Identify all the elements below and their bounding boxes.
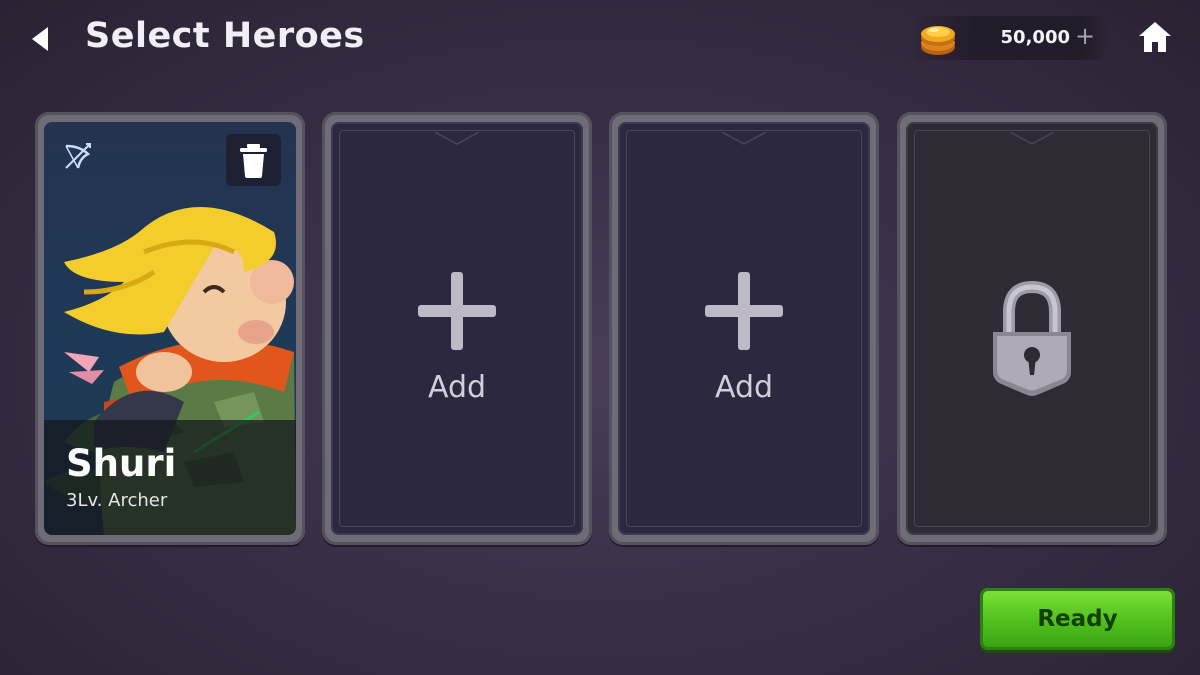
coin-amount: 50,000 bbox=[1000, 27, 1070, 48]
home-icon[interactable] bbox=[1137, 20, 1173, 54]
hero-level-class: 3Lv. Archer bbox=[66, 490, 168, 511]
plus-icon bbox=[705, 272, 783, 350]
hero-slot-3[interactable]: Add bbox=[609, 112, 879, 545]
card-notch bbox=[1010, 132, 1054, 145]
hero-name: Shuri bbox=[66, 442, 177, 485]
remove-hero-button[interactable] bbox=[226, 134, 281, 186]
gold-coin-icon bbox=[921, 26, 955, 55]
hero-slot-2[interactable]: Add bbox=[322, 112, 592, 545]
hero-slot-1[interactable]: Shuri 3Lv. Archer bbox=[35, 112, 305, 545]
padlock-icon bbox=[993, 280, 1071, 396]
back-arrow-icon[interactable] bbox=[26, 24, 56, 54]
ready-button[interactable]: Ready bbox=[980, 588, 1175, 650]
empty-slot-body: Add bbox=[618, 122, 870, 535]
card-notch bbox=[722, 132, 766, 145]
hero-card: Shuri 3Lv. Archer bbox=[44, 122, 296, 535]
add-label: Add bbox=[714, 370, 774, 405]
add-currency-button[interactable]: + bbox=[1075, 22, 1095, 50]
card-notch bbox=[435, 132, 479, 145]
hero-slot-4-locked bbox=[897, 112, 1167, 545]
bow-icon bbox=[65, 143, 91, 169]
locked-slot-body bbox=[906, 122, 1158, 535]
hero-info-panel: Shuri 3Lv. Archer bbox=[44, 420, 296, 535]
empty-slot-body: Add bbox=[331, 122, 583, 535]
plus-icon bbox=[418, 272, 496, 350]
trash-icon bbox=[240, 144, 267, 178]
page-title: Select Heroes bbox=[85, 16, 365, 56]
add-label: Add bbox=[427, 370, 487, 405]
top-bar: Select Heroes 50,000 + bbox=[0, 0, 1200, 80]
